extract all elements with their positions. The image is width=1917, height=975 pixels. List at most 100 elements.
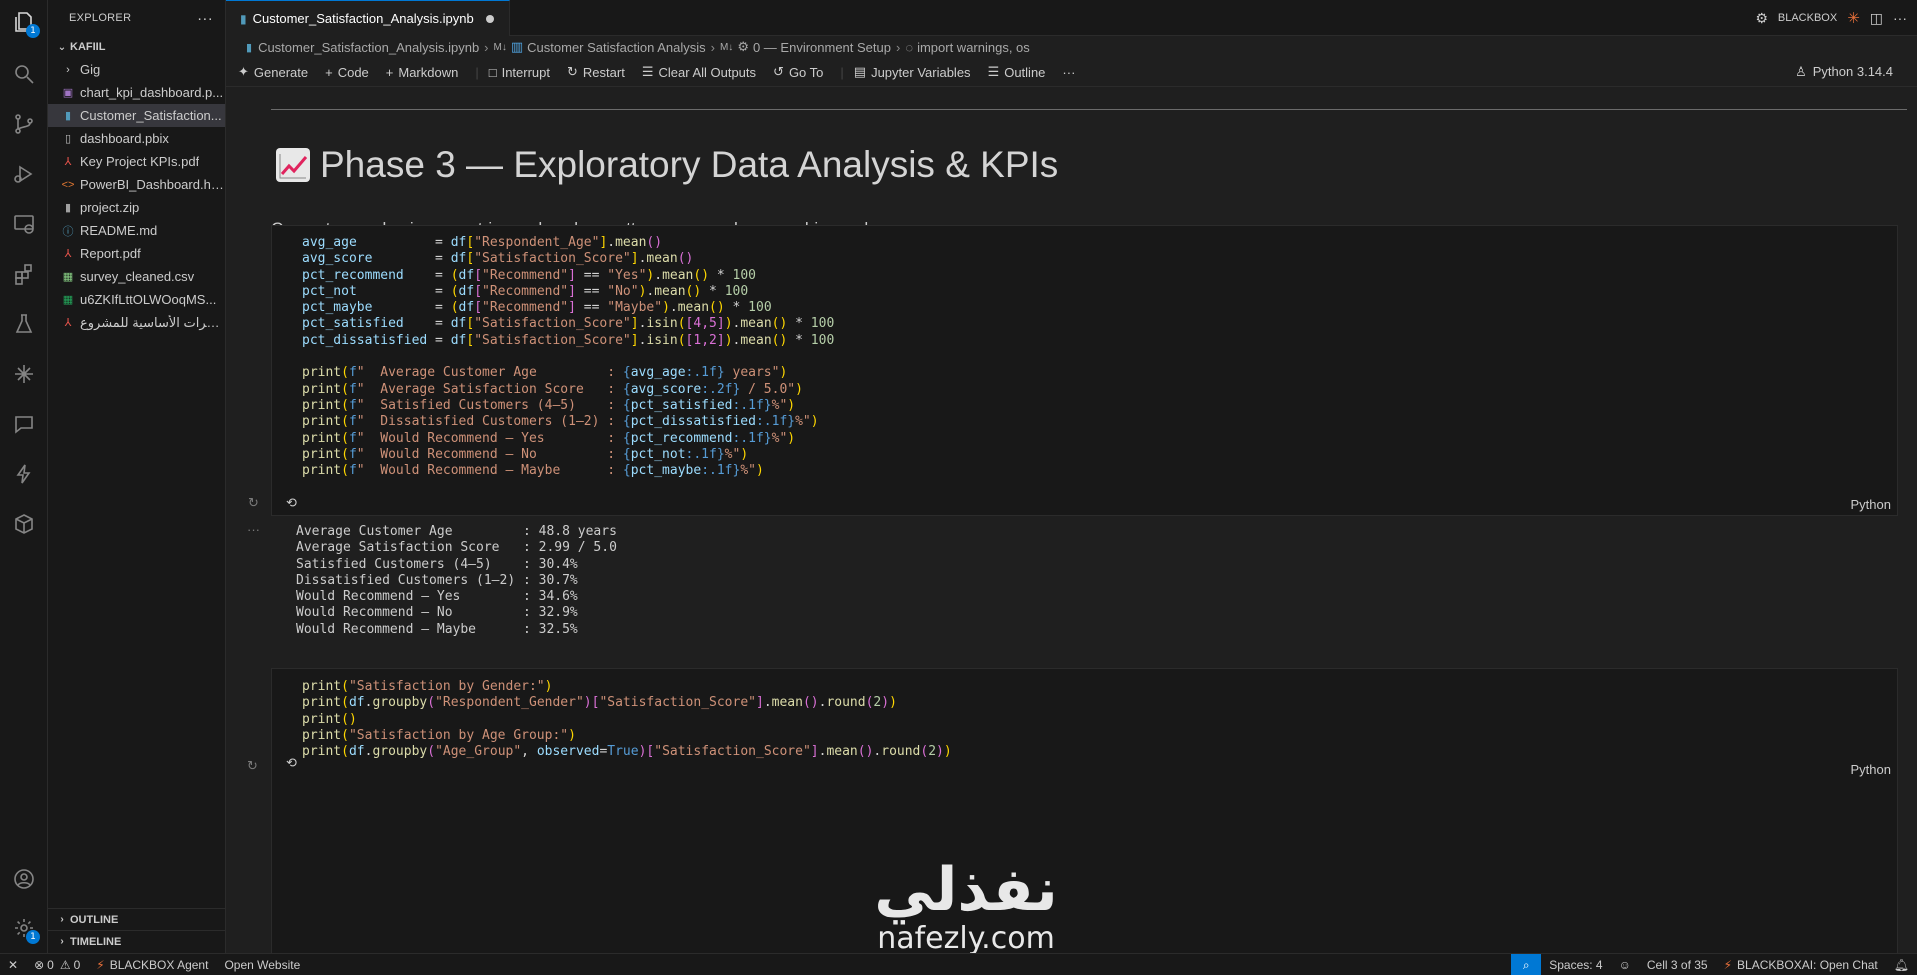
sparkle-icon: ✦ bbox=[238, 64, 249, 79]
output-more-icon[interactable]: ··· bbox=[247, 522, 260, 537]
code-cell-1[interactable]: avg_age = df["Respondent_Age"].mean() avg… bbox=[248, 225, 1898, 516]
error-count: 0 bbox=[47, 957, 54, 972]
jupyter-variables-button[interactable]: ▤ Jupyter Variables bbox=[854, 64, 971, 80]
extensions-icon[interactable] bbox=[10, 260, 38, 288]
package-icon[interactable] bbox=[10, 510, 38, 538]
image-file-icon: ▣ bbox=[62, 87, 74, 99]
copilot-indicator[interactable]: ☺ bbox=[1611, 954, 1639, 975]
breadcrumb-section[interactable]: Customer Satisfaction Analysis bbox=[527, 40, 705, 55]
settings-badge: 1 bbox=[26, 930, 40, 944]
workspace-section[interactable]: ⌄ KAFIIL bbox=[48, 36, 225, 58]
blackbox-label[interactable]: BLACKBOX bbox=[1778, 12, 1837, 24]
more-actions-icon[interactable]: ··· bbox=[197, 10, 213, 27]
warning-count: 0 bbox=[73, 957, 81, 972]
goto-label: Go To bbox=[788, 64, 824, 80]
info-file-icon: ⓘ bbox=[62, 225, 74, 238]
tree-item[interactable]: › Gig bbox=[48, 58, 225, 81]
search-icon[interactable] bbox=[10, 60, 38, 88]
code-cell-2[interactable]: print("Satisfaction by Gender:") print(df… bbox=[271, 668, 1898, 953]
tree-item-label: PowerBI_Dashboard.ht... bbox=[80, 177, 225, 192]
problems-indicator[interactable]: ⊗ 0 ⚠ 0 bbox=[26, 954, 88, 975]
execution-history-icon[interactable]: ⟲ bbox=[286, 755, 297, 771]
generate-button[interactable]: ✦ Generate bbox=[238, 64, 308, 80]
outline-button[interactable]: ☰ Outline bbox=[988, 64, 1046, 80]
tree-item[interactable]: ▮ Customer_Satisfaction... bbox=[48, 104, 225, 127]
stop-icon: □ bbox=[488, 64, 497, 80]
breadcrumb: ▮ Customer_Satisfaction_Analysis.ipynb ›… bbox=[226, 36, 1917, 58]
chat-label: BLACKBOXAI: Open Chat bbox=[1737, 958, 1878, 972]
goto-button[interactable]: ↺ Go To bbox=[773, 64, 823, 80]
execution-history-icon[interactable]: ⟲ bbox=[286, 495, 297, 511]
source-control-icon[interactable] bbox=[10, 110, 38, 138]
code-line: print() bbox=[302, 711, 357, 727]
notifications-button[interactable]: 🔔︎ bbox=[1886, 954, 1917, 975]
chat-icon[interactable] bbox=[10, 410, 38, 438]
markdown-icon: M↓ bbox=[493, 41, 507, 53]
settings-gear-icon[interactable]: 1 bbox=[10, 914, 40, 944]
add-markdown-button[interactable]: + Markdown bbox=[386, 65, 459, 80]
tree-item[interactable]: <> PowerBI_Dashboard.ht... bbox=[48, 173, 225, 196]
timeline-section[interactable]: › TIMELINE bbox=[48, 930, 226, 952]
remote-explorer-icon[interactable] bbox=[10, 210, 38, 238]
code-editor-1[interactable]: avg_age = df["Respondent_Age"].mean() avg… bbox=[272, 235, 834, 479]
code-cell-icon: ◌ bbox=[905, 39, 914, 55]
gear-icon[interactable]: ⚙ bbox=[1755, 10, 1768, 27]
split-editor-icon[interactable]: ◫ bbox=[1870, 10, 1883, 27]
tree-item[interactable]: ⅄ Report.pdf bbox=[48, 242, 225, 265]
code-editor-2[interactable]: print("Satisfaction by Gender:") print(df… bbox=[272, 679, 952, 760]
breadcrumb-subsection[interactable]: 0 — Environment Setup bbox=[753, 40, 891, 55]
kernel-picker[interactable]: ♙ Python 3.14.4 bbox=[1795, 64, 1893, 80]
zoom-indicator[interactable]: ⌕ bbox=[1511, 954, 1542, 975]
notebook-file-icon: ▮ bbox=[64, 110, 72, 122]
tree-item[interactable]: ▯ dashboard.pbix bbox=[48, 127, 225, 150]
activity-bar: 1 1 bbox=[0, 0, 48, 953]
cell-1-output: Average Customer Age : 48.8 years Average… bbox=[296, 524, 617, 638]
tree-item-label: chart_kpi_dashboard.p... bbox=[80, 85, 224, 100]
more-toolbar-button[interactable]: ··· bbox=[1062, 65, 1075, 80]
testing-icon[interactable] bbox=[10, 310, 38, 338]
tab-title: Customer_Satisfaction_Analysis.ipynb bbox=[252, 11, 474, 26]
tab-notebook[interactable]: ▮ Customer_Satisfaction_Analysis.ipynb bbox=[226, 0, 510, 36]
tree-item[interactable]: ⅄ مؤشرات الأساسية للمشروع bbox=[48, 311, 225, 334]
clear-outputs-button[interactable]: ☰ Clear All Outputs bbox=[642, 64, 756, 80]
notebook-toolbar: ✦ Generate + Code + Markdown | □ Interrupt ↻… bbox=[226, 58, 1917, 87]
interrupt-button[interactable]: □ Interrupt bbox=[489, 65, 550, 80]
bolt-icon[interactable] bbox=[10, 460, 38, 488]
tree-item[interactable]: ▮ project.zip bbox=[48, 196, 225, 219]
indentation-indicator[interactable]: Spaces: 4 bbox=[1541, 954, 1610, 975]
code-line: pct_dissatisfied = df["Satisfaction_Scor… bbox=[302, 332, 835, 348]
pdf-file-icon: ⅄ bbox=[64, 156, 72, 168]
restart-button[interactable]: ↻ Restart bbox=[567, 64, 625, 80]
explorer-icon[interactable]: 1 bbox=[10, 8, 40, 38]
tree-item[interactable]: ⅄ Key Project KPIs.pdf bbox=[48, 150, 225, 173]
add-code-button[interactable]: + Code bbox=[325, 65, 369, 80]
outline-btn-label: Outline bbox=[1004, 64, 1046, 80]
more-icon[interactable]: ··· bbox=[1893, 10, 1907, 26]
tree-item[interactable]: ▣ chart_kpi_dashboard.p... bbox=[48, 81, 225, 104]
unsaved-dot-icon[interactable] bbox=[485, 14, 494, 23]
tree-item[interactable]: ▦ u6ZKIfLttOLWOoqMS... bbox=[48, 288, 225, 311]
remote-indicator[interactable]: ✕ bbox=[0, 954, 26, 975]
blackbox-chat-button[interactable]: ⚡ BLACKBOXAI: Open Chat bbox=[1716, 954, 1886, 975]
notebook-icon: ▮ bbox=[240, 11, 247, 26]
account-icon[interactable] bbox=[10, 865, 38, 893]
website-label: Open Website bbox=[224, 957, 301, 972]
pdf-file-icon: ⅄ bbox=[64, 317, 72, 329]
cell-language[interactable]: Python bbox=[1851, 762, 1891, 777]
cell-language[interactable]: Python bbox=[1851, 497, 1891, 512]
tree-item[interactable]: ⓘ README.md bbox=[48, 219, 225, 242]
cell-position-indicator[interactable]: Cell 3 of 35 bbox=[1639, 954, 1716, 975]
blackbox-agent-button[interactable]: ⚡ BLACKBOX Agent bbox=[88, 954, 216, 975]
watermark-latin: nafezly.com bbox=[877, 921, 1055, 956]
sparkle-icon[interactable] bbox=[10, 360, 38, 388]
tree-item-label: dashboard.pbix bbox=[80, 131, 169, 146]
tree-item[interactable]: ▦ survey_cleaned.csv bbox=[48, 265, 225, 288]
open-website-button[interactable]: Open Website bbox=[216, 954, 308, 975]
run-debug-icon[interactable] bbox=[10, 160, 38, 188]
breadcrumb-file[interactable]: Customer_Satisfaction_Analysis.ipynb bbox=[258, 40, 479, 55]
sparkle-icon[interactable]: ✳ bbox=[1847, 9, 1860, 27]
breadcrumb-cell[interactable]: import warnings, os bbox=[917, 40, 1030, 55]
gear-icon: ⚙ bbox=[737, 39, 749, 54]
outline-section[interactable]: › OUTLINE bbox=[48, 908, 226, 930]
code-line: pct_maybe = (df["Recommend"] == "Maybe")… bbox=[302, 300, 772, 316]
